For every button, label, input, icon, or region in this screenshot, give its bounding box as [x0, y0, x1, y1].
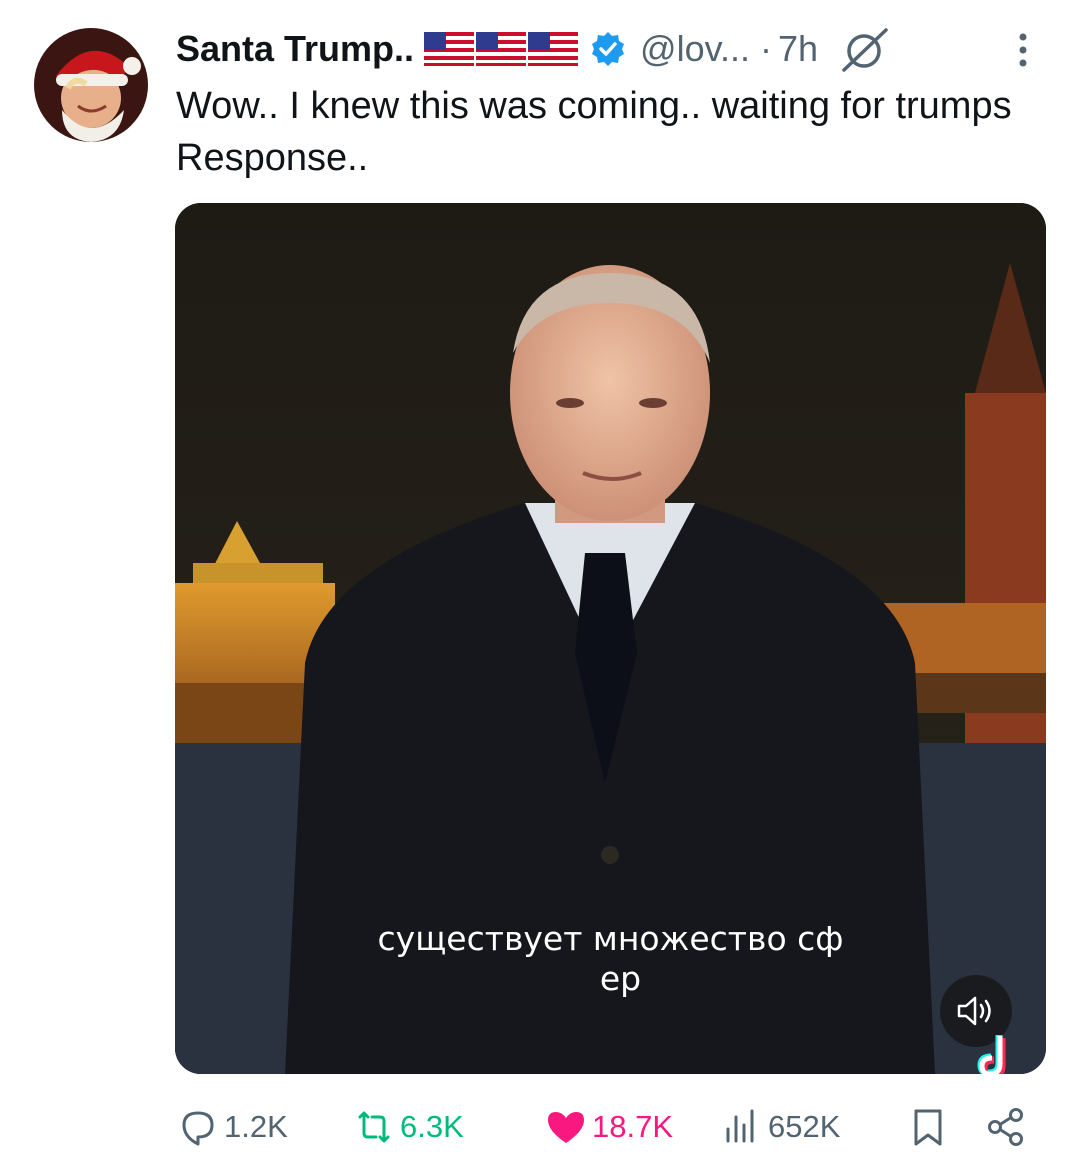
views-count: 652K	[768, 1109, 841, 1144]
share-button[interactable]	[984, 1102, 1032, 1152]
bookmark-button[interactable]	[906, 1102, 954, 1152]
post-text: Wow.. I knew this was coming.. waiting f…	[176, 85, 1012, 179]
views-button[interactable]: 652K	[720, 1102, 840, 1152]
tiktok-logo-icon	[977, 1035, 1006, 1074]
avatar[interactable]	[34, 28, 148, 142]
us-flag-icon	[528, 32, 579, 66]
action-bar: 1.2K 6.3K 18.7K 652K	[176, 1102, 1046, 1152]
reply-count: 1.2K	[224, 1109, 288, 1144]
views-chart-icon	[726, 1109, 754, 1143]
repost-count: 6.3K	[400, 1109, 464, 1144]
flag-emojis	[424, 32, 579, 66]
us-flag-icon	[424, 32, 475, 66]
post-header: Santa Trump.. @lov... · 7h	[176, 22, 1056, 76]
like-count: 18.7K	[592, 1109, 674, 1144]
speaker-muted-icon	[957, 996, 991, 1026]
reply-icon	[182, 1111, 214, 1146]
grok-icon[interactable]	[840, 26, 892, 72]
video-subtitle: существует множество сф ер	[175, 919, 1046, 999]
like-button[interactable]: 18.7K	[544, 1102, 673, 1152]
subtitle-line-2: ер	[599, 959, 642, 998]
more-options-icon[interactable]	[1016, 32, 1030, 72]
separator-dot: ·	[759, 28, 772, 69]
display-name[interactable]: Santa Trump..	[176, 28, 414, 70]
reply-button[interactable]: 1.2K	[176, 1102, 288, 1152]
heart-icon	[548, 1112, 584, 1143]
us-flag-icon	[476, 32, 527, 66]
subtitle-line-1: существует множество сф	[377, 919, 844, 958]
verified-badge-icon[interactable]	[590, 31, 626, 67]
repost-button[interactable]: 6.3K	[352, 1102, 464, 1152]
video-player[interactable]: существует множество сф ер	[175, 203, 1046, 1074]
share-icon	[988, 1108, 1023, 1146]
post-timestamp[interactable]: 7h	[778, 28, 818, 70]
repost-icon	[358, 1111, 390, 1143]
bookmark-icon	[914, 1109, 942, 1146]
user-handle[interactable]: @lov...	[640, 28, 750, 70]
